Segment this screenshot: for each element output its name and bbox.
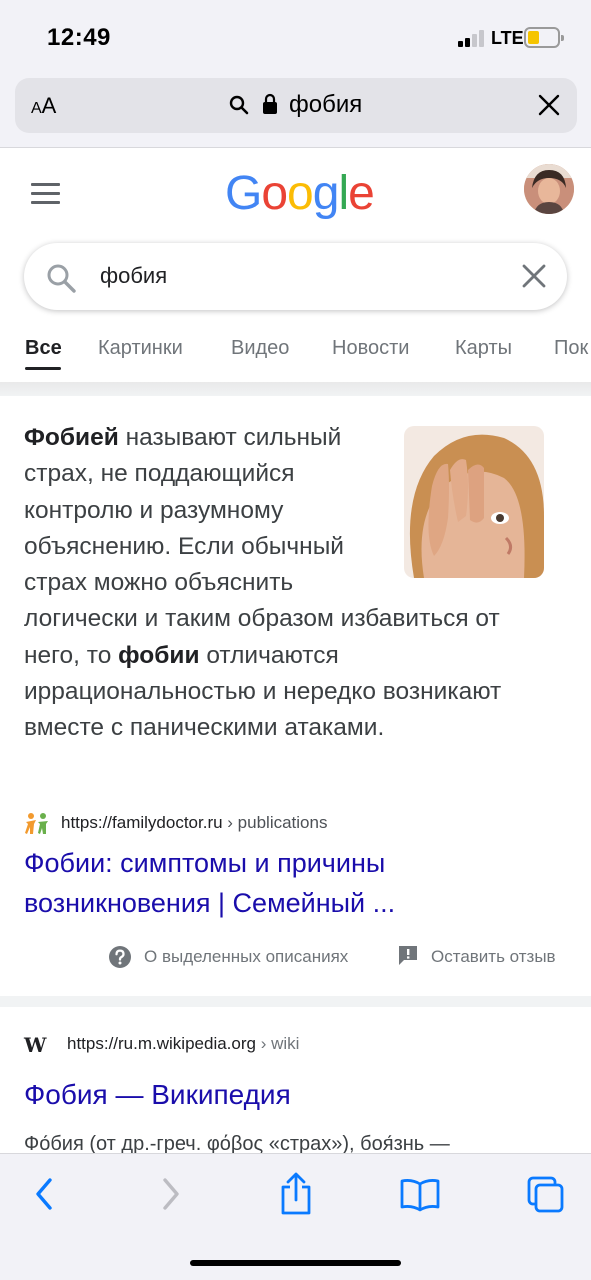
divider — [0, 996, 591, 1007]
feedback-link[interactable]: Оставить отзыв — [431, 947, 556, 967]
about-snippets-link[interactable]: О выделенных описаниях — [144, 947, 348, 967]
forward-icon[interactable] — [160, 1176, 182, 1212]
avatar[interactable] — [524, 164, 574, 214]
tab-images[interactable]: Картинки — [98, 337, 183, 360]
tab-news[interactable]: Новости — [332, 337, 409, 360]
bookmarks-icon[interactable] — [400, 1178, 440, 1212]
close-icon[interactable] — [537, 93, 561, 117]
menu-icon[interactable] — [31, 183, 60, 205]
result-title-line1[interactable]: Фобии: симптомы и причины — [24, 843, 564, 883]
help-icon[interactable] — [108, 945, 132, 969]
logo-letter-1: G — [225, 167, 262, 220]
tab-video[interactable]: Видео — [231, 337, 289, 360]
clear-icon[interactable] — [521, 263, 547, 289]
safari-top-bar: AA фобия — [0, 72, 591, 148]
home-indicator — [190, 1260, 401, 1266]
snippet-image[interactable] — [404, 426, 544, 578]
result-title-link[interactable]: Фобия — Википедия — [24, 1079, 291, 1111]
snippet-bold-term-2: фобии — [118, 641, 200, 669]
snippet-bold-term: Фобией — [24, 424, 119, 451]
search-icon — [229, 95, 249, 115]
familydoctor-favicon-icon — [25, 813, 48, 834]
tabs-icon[interactable] — [527, 1176, 565, 1214]
snippet-text: Фобией называют сильный страх, не поддаю… — [24, 420, 544, 747]
search-tabs: Все Картинки Видео Новости Карты Пок — [0, 320, 591, 382]
divider — [0, 382, 591, 396]
status-time: 12:49 — [47, 24, 111, 51]
result-title-line2[interactable]: возникновения | Семейный ... — [24, 883, 564, 923]
network-label: LTE — [491, 28, 524, 48]
active-tab-indicator — [25, 367, 61, 370]
source-url: https://familydoctor.ru › publications — [61, 813, 328, 832]
back-icon[interactable] — [33, 1176, 55, 1212]
result-url[interactable]: https://ru.m.wikipedia.org › wiki — [67, 1034, 299, 1054]
text-size-button[interactable]: AA — [31, 93, 56, 119]
result-title-link[interactable]: Фобии: симптомы и причины возникновения … — [24, 843, 564, 923]
safari-toolbar — [0, 1153, 591, 1280]
wikipedia-favicon-icon: W — [24, 1033, 47, 1057]
featured-snippet: Фобией называют сильный страх, не поддаю… — [0, 396, 591, 996]
address-bar[interactable]: AA фобия — [15, 78, 577, 133]
google-logo[interactable]: Google — [225, 166, 375, 221]
signal-icon — [458, 30, 486, 47]
lock-icon — [263, 93, 277, 114]
google-header: Google — [0, 148, 591, 238]
search-icon[interactable] — [46, 263, 76, 293]
search-result: W https://ru.m.wikipedia.org › wiki Фоби… — [0, 1007, 591, 1157]
feedback-icon[interactable] — [397, 944, 419, 968]
tab-all[interactable]: Все — [25, 337, 62, 360]
search-box[interactable]: фобия — [24, 243, 567, 310]
search-input[interactable]: фобия — [100, 263, 167, 289]
snippet-footer: О выделенных описаниях Оставить отзыв — [0, 944, 591, 974]
tab-maps[interactable]: Карты — [455, 337, 512, 360]
status-bar: 12:49 LTE — [0, 0, 591, 72]
tab-more[interactable]: Пок — [554, 337, 588, 360]
address-text[interactable]: фобия — [289, 91, 362, 119]
share-icon[interactable] — [279, 1172, 313, 1216]
battery-icon — [524, 27, 564, 48]
